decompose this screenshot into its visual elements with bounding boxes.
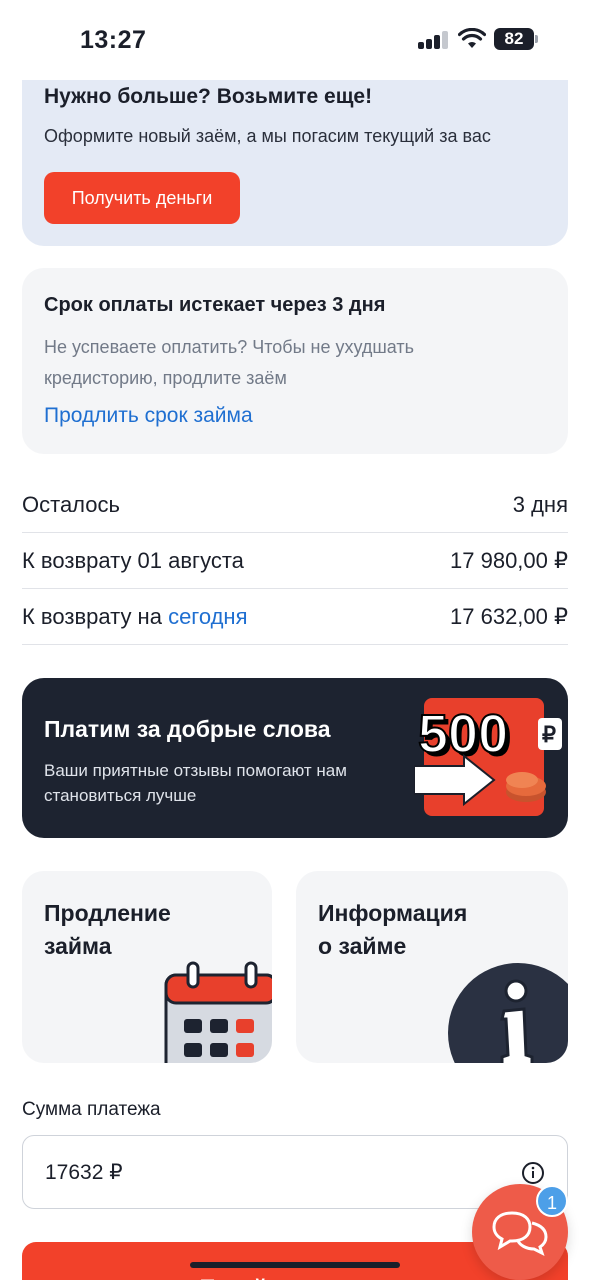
promo-subtitle: Оформите новый заём, а мы погасим текущи… bbox=[44, 126, 491, 146]
summary-label: К возврату на сегодня bbox=[22, 604, 248, 630]
summary-value: 3 дня bbox=[512, 491, 568, 517]
deadline-title: Срок оплаты истекает через 3 дня bbox=[44, 294, 386, 316]
summary-value: 17 980,00 ₽ bbox=[450, 547, 568, 573]
battery-icon: 82 bbox=[494, 28, 538, 50]
battery-level: 82 bbox=[494, 28, 534, 50]
banner-text: Ваши приятные отзывы помогают нам станов… bbox=[44, 761, 347, 805]
tile-title-line: займа bbox=[44, 933, 112, 959]
summary-row-due-date: К возврату 01 августа 17 980,00 ₽ bbox=[22, 533, 568, 589]
info-illustration-icon bbox=[448, 963, 568, 1063]
summary-row-today: К возврату на сегодня 17 632,00 ₽ bbox=[22, 589, 568, 645]
tile-title-line: Информация bbox=[318, 900, 468, 926]
tile-title-line: о займе bbox=[318, 933, 407, 959]
get-money-button[interactable]: Получить деньги bbox=[44, 172, 240, 224]
status-bar: 13:27 82 bbox=[0, 0, 590, 80]
info-icon[interactable] bbox=[521, 1161, 545, 1185]
summary-value: 17 632,00 ₽ bbox=[450, 603, 568, 629]
status-time: 13:27 bbox=[80, 26, 147, 54]
loan-extension-tile[interactable]: Продление займа bbox=[22, 871, 272, 1063]
cellular-signal-icon bbox=[418, 31, 450, 49]
tile-title: Продление займа bbox=[44, 897, 171, 963]
payment-deadline-card: Срок оплаты истекает через 3 дня Не успе… bbox=[22, 268, 568, 454]
extend-loan-link[interactable]: Продлить срок займа bbox=[44, 404, 253, 428]
home-indicator bbox=[190, 1262, 400, 1268]
today-link[interactable]: сегодня bbox=[168, 604, 247, 629]
chat-notification-badge: 1 bbox=[536, 1185, 568, 1217]
banner-title: Платим за добрые слова bbox=[44, 716, 331, 742]
loan-info-tile[interactable]: Информация о займе bbox=[296, 871, 568, 1063]
tile-title: Информация о займе bbox=[318, 897, 467, 963]
promo-title: Нужно больше? Возьмите еще! bbox=[44, 85, 373, 108]
new-loan-promo-card: Нужно больше? Возьмите еще! Оформите нов… bbox=[22, 60, 568, 246]
payment-amount-label: Сумма платежа bbox=[22, 1099, 161, 1120]
deadline-text: Не успеваете оплатить? Чтобы не ухудшать… bbox=[44, 337, 415, 388]
wifi-icon bbox=[458, 28, 486, 48]
banner-currency: ₽ bbox=[542, 722, 556, 747]
chat-bubbles-icon bbox=[492, 1211, 548, 1256]
reviews-banner[interactable]: Платим за добрые слова Ваши приятные отз… bbox=[22, 678, 568, 838]
summary-label-text: К возврату на bbox=[22, 603, 169, 629]
reward-500-illustration: 500 500 ₽ bbox=[414, 698, 562, 816]
summary-label: Осталось bbox=[22, 491, 120, 517]
calendar-icon bbox=[164, 961, 272, 1063]
summary-label: К возврату 01 августа bbox=[22, 547, 244, 573]
tile-title-line: Продление bbox=[44, 900, 171, 926]
payment-amount-input[interactable] bbox=[45, 1136, 485, 1208]
summary-row-remaining: Осталось 3 дня bbox=[22, 477, 568, 533]
